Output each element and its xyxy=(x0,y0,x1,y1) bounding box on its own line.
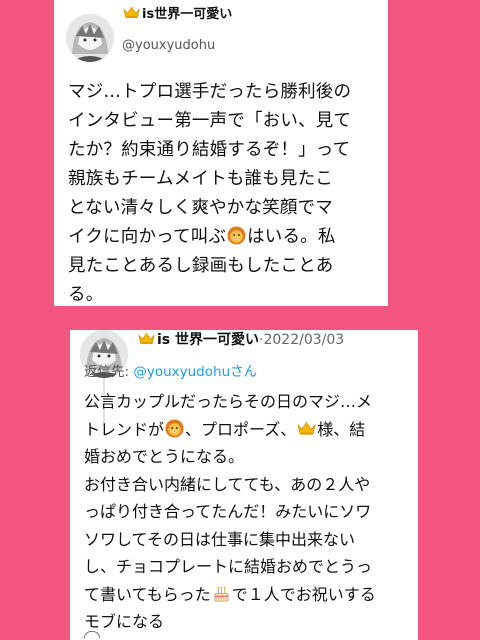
tweet-line: マジ…トプロ選手だったら勝利後の xyxy=(68,82,352,102)
tweet-line: トレンドが 、プロポーズ、 様、結 xyxy=(84,416,410,444)
lion-face-icon xyxy=(227,226,246,245)
tweet-card-1: is世界一可愛い @youxyudohu マジ…トプロ選手だったら勝利後の イン… xyxy=(54,0,388,306)
tweet-line: 親族もチームメイトも誰も見たこ xyxy=(68,169,333,189)
tweet-line: 見たことあるし録画もしたことあ xyxy=(68,256,334,276)
reply-mention-link[interactable]: @youxyudohu xyxy=(133,364,230,380)
crown-icon xyxy=(123,6,140,19)
tweet-line: モブになる xyxy=(84,612,165,631)
tweet-fragment: イクに向かって叫ぶ xyxy=(68,227,227,247)
tweet-card-2: is 世界一可愛い·2022/03/03 返信先: @youxyudohuさん … xyxy=(70,330,418,640)
tweet-date[interactable]: 2022/03/03 xyxy=(263,332,344,348)
tweet-line: し、チョコプレートに結婚おめでとうっ xyxy=(84,557,373,576)
avatar[interactable] xyxy=(66,14,114,62)
display-name[interactable]: is世界一可愛い xyxy=(123,6,232,22)
tweet-line: とない清々しく爽やかな笑顔でマ xyxy=(68,198,333,218)
tweet-line: インタビュー第一声で「おい、見て xyxy=(68,111,352,131)
tweet-line: お付き合い内緒にしてても、あの２人や xyxy=(84,474,371,494)
crown-icon xyxy=(297,419,316,438)
crown-icon xyxy=(138,332,155,345)
tweet-line: る。 xyxy=(68,285,104,305)
tweet-fragment: で１人でお祝いする xyxy=(231,584,376,604)
tweet-fragment: 、プロポーズ、 xyxy=(185,419,297,439)
reply-icon[interactable] xyxy=(84,631,100,638)
tweet-fragment: 様、結 xyxy=(317,419,366,439)
username[interactable]: @youxyudohu xyxy=(122,38,215,53)
tweet-fragment: はいる。私 xyxy=(247,227,336,247)
display-name[interactable]: is 世界一可愛い xyxy=(157,332,259,348)
birthday-cake-icon xyxy=(212,584,231,603)
tweet-line: イクに向かって叫ぶ はいる。私 xyxy=(68,223,380,252)
tweet-line: っぱり付き合ってたんだ！みたいにソワ xyxy=(84,502,372,521)
tweet-fragment: て書いてもらった xyxy=(84,584,211,604)
reply-suffix: さん xyxy=(230,364,258,380)
display-name-text: is世界一可愛い xyxy=(142,7,233,22)
reply-prefix: 返信先: xyxy=(84,364,134,380)
tweet-text: マジ…トプロ選手だったら勝利後の インタビュー第一声で「おい、見て たか？約束通… xyxy=(68,78,380,310)
lion-face-icon xyxy=(165,418,184,438)
reply-to: 返信先: @youxyudohuさん xyxy=(84,360,257,380)
tweet-header: is 世界一可愛い·2022/03/03 xyxy=(138,330,344,350)
tweet-line: ソワしてその日は仕事に集中出来ない xyxy=(84,529,356,549)
tweet-line: たか？約束通り結婚するぞ！」って xyxy=(68,140,351,160)
tweet-text: 公言カップルだったらその日のマジ…メ トレンドが 、プロポーズ、 様、結 婚おめでと… xyxy=(84,388,410,636)
tweet-line: 婚おめでとうになる。 xyxy=(84,447,245,466)
tweet-line: て書いてもらった で１人でお祝いする xyxy=(84,581,410,609)
tweet-line: 公言カップルだったらその日のマジ…メ xyxy=(84,392,373,411)
tweet-fragment: トレンドが xyxy=(84,419,165,439)
